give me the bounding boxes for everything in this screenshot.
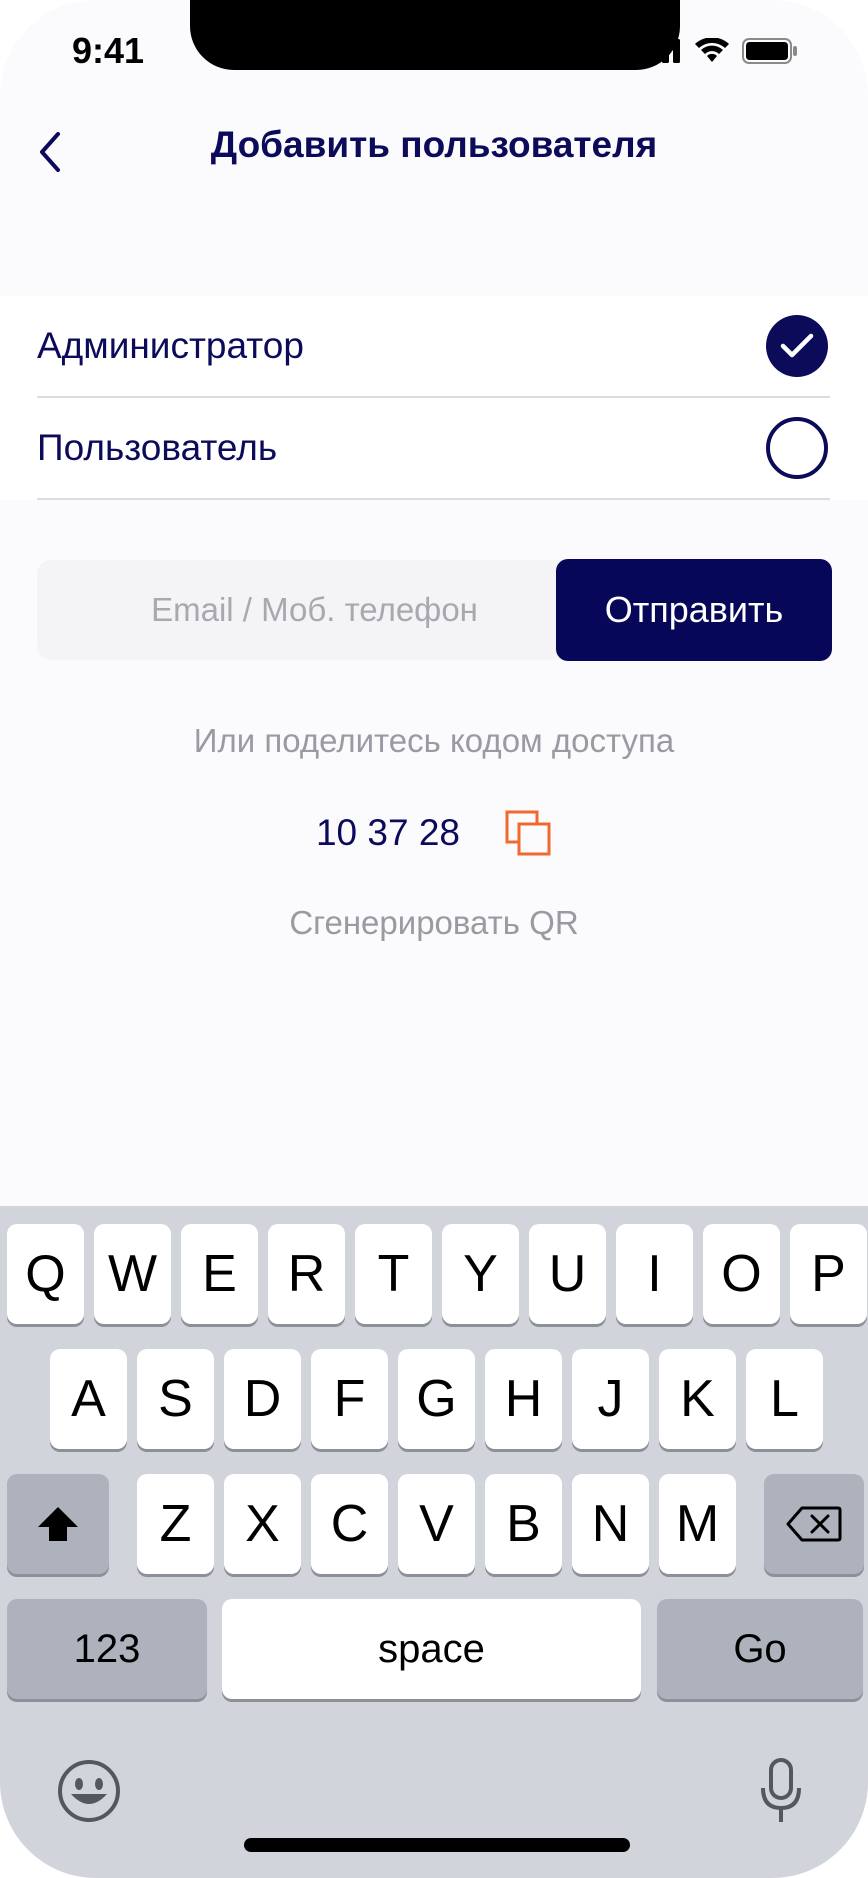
key-d[interactable]: D (224, 1349, 301, 1449)
key-a[interactable]: A (50, 1349, 127, 1449)
key-l[interactable]: L (746, 1349, 823, 1449)
key-c[interactable]: C (311, 1474, 388, 1574)
radio-checked-icon[interactable] (766, 315, 828, 377)
access-code-row: 10 37 28 (0, 808, 868, 858)
device-notch (190, 0, 680, 70)
backspace-icon (786, 1506, 842, 1542)
key-i[interactable]: I (616, 1224, 693, 1324)
share-code-text: Или поделитесь кодом доступа (193, 722, 675, 759)
key-o[interactable]: O (703, 1224, 780, 1324)
cellular-signal-icon (640, 39, 680, 63)
key-m[interactable]: M (659, 1474, 736, 1574)
checkmark-icon (780, 333, 814, 358)
phone-screen: 9:41 Добавить пользователя Администратор (0, 0, 868, 1878)
key-v[interactable]: V (398, 1474, 475, 1574)
key-e[interactable]: E (181, 1224, 258, 1324)
emoji-icon[interactable] (56, 1758, 122, 1824)
key-u[interactable]: U (529, 1224, 606, 1324)
keyboard: QWERTYUIOP ASDFGHJKL ZXCVBNM 123 space Go (0, 1206, 868, 1878)
role-label: Пользователь (37, 427, 278, 468)
role-option-user[interactable]: Пользователь (37, 398, 830, 500)
shift-key[interactable] (7, 1474, 109, 1574)
key-n[interactable]: N (572, 1474, 649, 1574)
key-h[interactable]: H (485, 1349, 562, 1449)
key-y[interactable]: Y (442, 1224, 519, 1324)
battery-icon (742, 38, 797, 64)
key-r[interactable]: R (268, 1224, 345, 1324)
numbers-key[interactable]: 123 (7, 1599, 207, 1699)
microphone-icon[interactable] (758, 1758, 804, 1826)
key-t[interactable]: T (355, 1224, 432, 1324)
key-s[interactable]: S (137, 1349, 214, 1449)
key-g[interactable]: G (398, 1349, 475, 1449)
key-w[interactable]: W (94, 1224, 171, 1324)
copy-icon[interactable] (504, 809, 552, 857)
shift-arrow-icon (38, 1507, 78, 1541)
space-key[interactable]: space (222, 1599, 641, 1699)
contact-input-container (37, 560, 562, 660)
go-key[interactable]: Go (657, 1599, 863, 1699)
key-k[interactable]: K (659, 1349, 736, 1449)
backspace-key[interactable] (764, 1474, 864, 1574)
key-j[interactable]: J (572, 1349, 649, 1449)
status-icons (640, 38, 798, 64)
role-label: Администратор (37, 325, 304, 366)
role-list: Администратор Пользователь (0, 296, 868, 500)
key-p[interactable]: P (790, 1224, 867, 1324)
contact-input[interactable] (37, 560, 562, 660)
page-title: Добавить пользователя (210, 124, 658, 165)
status-time: 9:41 (72, 30, 145, 71)
key-q[interactable]: Q (7, 1224, 84, 1324)
role-option-admin[interactable]: Администратор (37, 296, 830, 398)
radio-unchecked-icon[interactable] (766, 417, 828, 479)
wifi-icon (695, 38, 729, 62)
key-x[interactable]: X (224, 1474, 301, 1574)
generate-qr-link[interactable]: Сгенерировать QR (0, 904, 868, 942)
home-indicator (244, 1838, 630, 1852)
access-code: 10 37 28 (315, 812, 461, 853)
key-b[interactable]: B (485, 1474, 562, 1574)
key-f[interactable]: F (311, 1349, 388, 1449)
send-button[interactable]: Отправить (556, 559, 832, 661)
key-z[interactable]: Z (137, 1474, 214, 1574)
